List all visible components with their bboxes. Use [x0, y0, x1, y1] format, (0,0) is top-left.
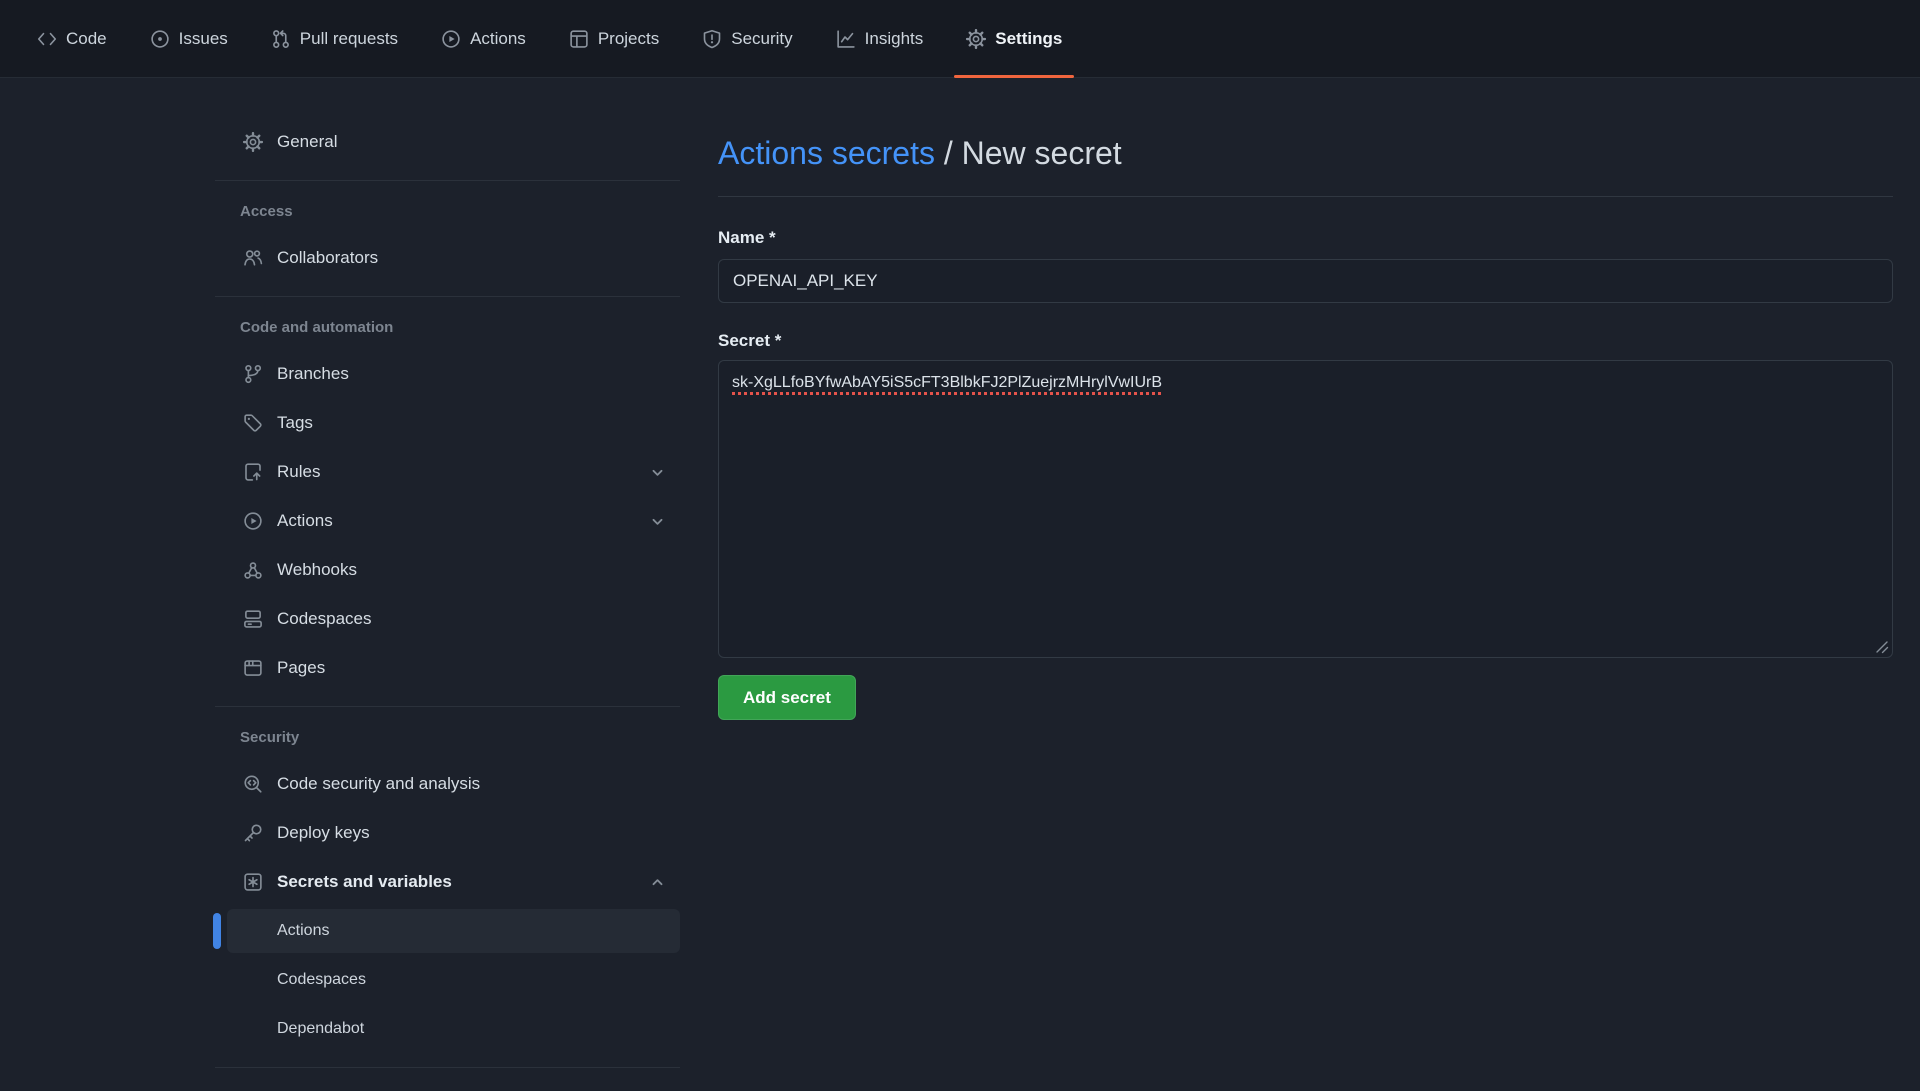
tab-label: Security	[731, 29, 792, 49]
sidebar-item-label: Collaborators	[277, 248, 378, 268]
codespaces-icon	[243, 609, 263, 629]
add-secret-button[interactable]: Add secret	[718, 675, 856, 720]
git-branch-icon	[243, 364, 263, 384]
tab-label: Pull requests	[300, 29, 398, 49]
sidebar-section-access: Access	[215, 203, 680, 220]
tab-settings[interactable]: Settings	[966, 0, 1062, 77]
sidebar-item-label: Actions	[277, 511, 333, 531]
sidebar-section-security: Security	[215, 729, 680, 746]
breadcrumb-current: New secret	[962, 135, 1122, 171]
people-icon	[243, 248, 263, 268]
secret-name-input[interactable]	[718, 259, 1893, 303]
sidebar-item-codespaces[interactable]: Codespaces	[215, 597, 680, 641]
tab-insights[interactable]: Insights	[836, 0, 924, 77]
sidebar-item-code-security-and-analysis[interactable]: Code security and analysis	[215, 762, 680, 806]
tab-label: Actions	[470, 29, 526, 49]
play-circle-icon	[441, 29, 461, 49]
tab-label: Projects	[598, 29, 659, 49]
tab-label: Issues	[179, 29, 228, 49]
tab-actions[interactable]: Actions	[441, 0, 526, 77]
sidebar-item-collaborators[interactable]: Collaborators	[215, 236, 680, 280]
sidebar-divider	[215, 1067, 680, 1068]
tab-label: Code	[66, 29, 107, 49]
page-title: Actions secrets / New secret	[718, 133, 1893, 173]
actions-secrets-breadcrumb-link[interactable]: Actions secrets	[718, 135, 935, 171]
sidebar-item-webhooks[interactable]: Webhooks	[215, 548, 680, 592]
key-icon	[243, 823, 263, 843]
secret-value-text: sk-XgLLfoBYfwAbAY5iS5cFT3BlbkFJ2PlZuejrz…	[732, 374, 1162, 391]
sidebar-item-rules[interactable]: Rules	[215, 450, 680, 494]
browser-icon	[243, 658, 263, 678]
resize-handle-icon[interactable]	[1875, 640, 1889, 654]
tag-icon	[243, 413, 263, 433]
sidebar-item-label: Pages	[277, 658, 325, 678]
sidebar-divider	[215, 706, 680, 707]
sidebar-item-label: Dependabot	[277, 1020, 364, 1038]
tab-issues[interactable]: Issues	[150, 0, 228, 77]
chevron-down-icon	[649, 464, 666, 481]
tab-label: Settings	[995, 29, 1062, 49]
sidebar-section-code-and-automation: Code and automation	[215, 319, 680, 336]
sidebar-item-sub-dependabot[interactable]: Dependabot	[215, 1007, 680, 1051]
sidebar-item-label: Rules	[277, 462, 320, 482]
sidebar-item-actions[interactable]: Actions	[215, 499, 680, 543]
required-marker: *	[775, 331, 782, 350]
name-label: Name *	[718, 227, 1893, 249]
table-icon	[569, 29, 589, 49]
code-icon	[37, 29, 57, 49]
sidebar-item-secrets-and-variables[interactable]: Secrets and variables	[215, 860, 680, 904]
git-pull-request-icon	[271, 29, 291, 49]
tab-projects[interactable]: Projects	[569, 0, 659, 77]
sidebar-item-label: Webhooks	[277, 560, 357, 580]
sidebar-item-deploy-keys[interactable]: Deploy keys	[215, 811, 680, 855]
chevron-down-icon	[649, 513, 666, 530]
title-divider	[718, 196, 1893, 197]
graph-icon	[836, 29, 856, 49]
asterisk-box-icon	[243, 872, 263, 892]
tab-code[interactable]: Code	[37, 0, 107, 77]
shield-icon	[702, 29, 722, 49]
settings-sidebar: General Access Collaborators Code and autom…	[215, 78, 680, 1068]
sidebar-item-label: Secrets and variables	[277, 872, 452, 892]
sidebar-item-label: Codespaces	[277, 971, 366, 989]
sidebar-divider	[215, 180, 680, 181]
tab-security[interactable]: Security	[702, 0, 792, 77]
sidebar-item-branches[interactable]: Branches	[215, 352, 680, 396]
sidebar-item-label: Tags	[277, 413, 313, 433]
sidebar-item-label: Code security and analysis	[277, 774, 480, 794]
repo-tab-bar: Code Issues Pull requests Actions Projects Se…	[0, 0, 1920, 78]
sidebar-divider	[215, 296, 680, 297]
code-scan-icon	[243, 774, 263, 794]
gear-icon	[966, 29, 986, 49]
issue-opened-icon	[150, 29, 170, 49]
sidebar-item-sub-actions[interactable]: Actions	[227, 909, 680, 953]
play-circle-icon	[243, 511, 263, 531]
tab-pull-requests[interactable]: Pull requests	[271, 0, 398, 77]
new-secret-form: Actions secrets / New secret Name * Secr…	[718, 78, 1893, 720]
secret-value-textarea[interactable]: sk-XgLLfoBYfwAbAY5iS5cFT3BlbkFJ2PlZuejrz…	[718, 360, 1893, 658]
sidebar-item-pages[interactable]: Pages	[215, 646, 680, 690]
sidebar-item-label: Deploy keys	[277, 823, 370, 843]
gear-icon	[243, 132, 263, 152]
sidebar-item-sub-codespaces[interactable]: Codespaces	[215, 958, 680, 1002]
sidebar-item-tags[interactable]: Tags	[215, 401, 680, 445]
sidebar-item-label: Codespaces	[277, 609, 372, 629]
sidebar-item-label: Branches	[277, 364, 349, 384]
required-marker: *	[769, 228, 776, 247]
breadcrumb-separator: /	[944, 135, 953, 171]
rules-icon	[243, 462, 263, 482]
tab-label: Insights	[865, 29, 924, 49]
secret-label: Secret *	[718, 330, 1893, 352]
chevron-up-icon	[649, 874, 666, 891]
webhook-icon	[243, 560, 263, 580]
sidebar-item-label: General	[277, 132, 337, 152]
sidebar-item-general[interactable]: General	[215, 120, 680, 164]
sidebar-item-label: Actions	[277, 922, 329, 940]
